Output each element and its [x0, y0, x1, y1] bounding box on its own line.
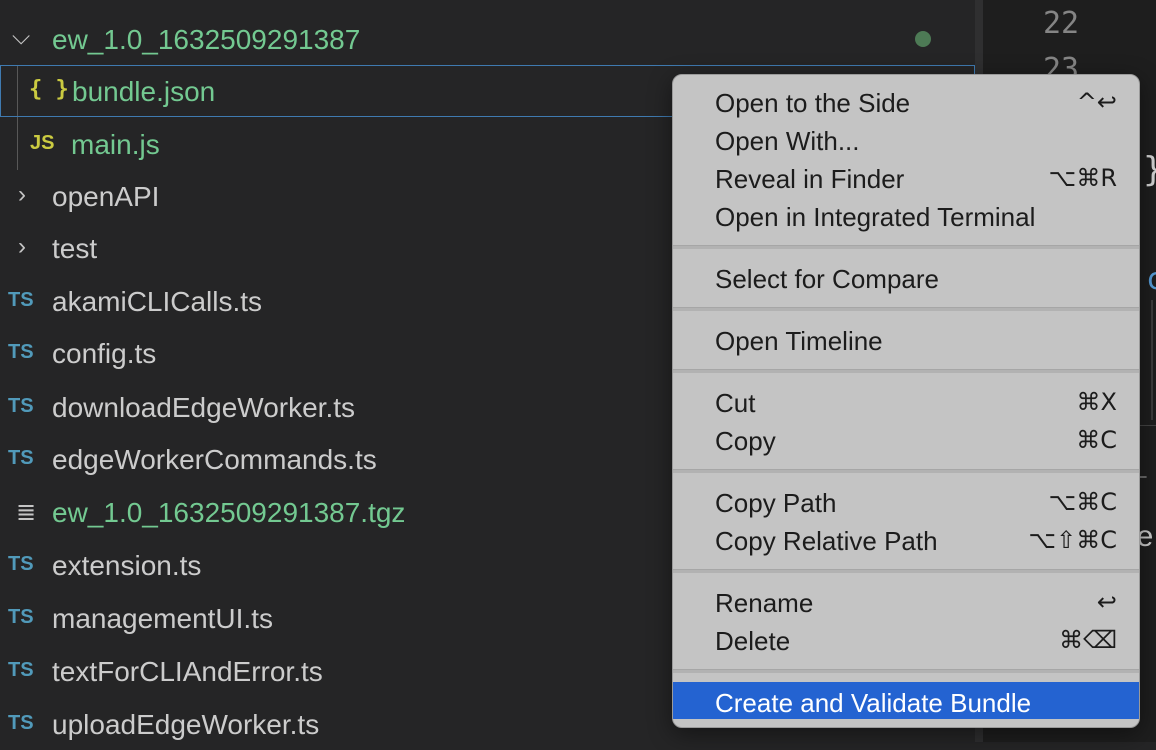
- file-label: downloadEdgeWorker.ts: [52, 392, 355, 423]
- file-label: akamiCLICalls.ts: [52, 286, 263, 317]
- menu-item-open-timeline[interactable]: Open Timeline: [673, 320, 1139, 358]
- typescript-file-icon: TS: [8, 553, 34, 575]
- js-file-icon: JS: [30, 132, 55, 154]
- menu-item-delete[interactable]: Delete ⌘⌫: [673, 620, 1139, 658]
- chevron-right-icon[interactable]: ›: [18, 181, 26, 209]
- chevron-right-icon[interactable]: ›: [18, 233, 26, 261]
- shortcut: ⌥⌘R: [1048, 164, 1117, 192]
- menu-item-copy-path[interactable]: Copy Path ⌥⌘C: [673, 482, 1139, 520]
- shortcut: ⌘C: [1076, 426, 1117, 454]
- menu-item-copy-relative-path[interactable]: Copy Relative Path ⌥⇧⌘C: [673, 520, 1139, 558]
- file-label: ew_1.0_1632509291387.tgz: [52, 497, 406, 528]
- shortcut: ⌘X: [1076, 388, 1117, 416]
- folder-label: test: [52, 233, 98, 264]
- code-fragment: }: [1143, 150, 1156, 190]
- typescript-file-icon: TS: [8, 447, 34, 469]
- shortcut: ⌥⌘C: [1048, 488, 1117, 516]
- git-modified-dot-icon: [915, 31, 931, 47]
- menu-separator: [673, 569, 1139, 573]
- folder-label: openAPI: [52, 181, 160, 212]
- chevron-down-icon[interactable]: ⌵: [12, 23, 30, 51]
- tree-folder-root[interactable]: ⌵ ew_1.0_1632509291387: [0, 13, 975, 65]
- folder-label: ew_1.0_1632509291387: [52, 24, 361, 55]
- menu-item-reveal-in-finder[interactable]: Reveal in Finder ⌥⌘R: [673, 158, 1139, 196]
- menu-item-select-for-compare[interactable]: Select for Compare: [673, 258, 1139, 296]
- file-label: main.js: [71, 129, 160, 160]
- menu-item-open-to-side[interactable]: Open to the Side ^↩: [673, 82, 1139, 120]
- file-label: edgeWorkerCommands.ts: [52, 444, 377, 475]
- typescript-file-icon: TS: [8, 289, 34, 311]
- menu-item-open-with[interactable]: Open With...: [673, 120, 1139, 158]
- context-menu: Open to the Side ^↩ Open With... Reveal …: [672, 74, 1140, 728]
- file-label: uploadEdgeWorker.ts: [52, 709, 320, 740]
- menu-separator: [673, 245, 1139, 249]
- menu-separator: [673, 469, 1139, 473]
- divider: [1151, 300, 1153, 420]
- file-label: managementUI.ts: [52, 603, 273, 634]
- typescript-file-icon: TS: [8, 341, 34, 363]
- file-label: extension.ts: [52, 550, 202, 581]
- typescript-file-icon: TS: [8, 659, 34, 681]
- shortcut: ⌘⌫: [1059, 626, 1117, 654]
- json-file-icon: { }: [29, 77, 69, 102]
- typescript-file-icon: TS: [8, 395, 34, 417]
- menu-item-open-in-terminal[interactable]: Open in Integrated Terminal: [673, 196, 1139, 234]
- typescript-file-icon: TS: [8, 606, 34, 628]
- file-label: config.ts: [52, 338, 157, 369]
- menu-separator: [673, 369, 1139, 373]
- menu-item-cut[interactable]: Cut ⌘X: [673, 382, 1139, 420]
- code-fragment: c: [1146, 262, 1156, 297]
- file-label: textForCLIAndError.ts: [52, 656, 323, 687]
- shortcut: ↩: [1096, 588, 1117, 616]
- menu-separator: [673, 307, 1139, 311]
- typescript-file-icon: TS: [8, 712, 34, 734]
- shortcut: ⌥⇧⌘C: [1028, 526, 1117, 554]
- menu-item-create-and-validate-bundle[interactable]: Create and Validate Bundle: [673, 682, 1139, 719]
- menu-item-rename[interactable]: Rename ↩: [673, 582, 1139, 620]
- shortcut: ^↩: [1076, 88, 1117, 116]
- archive-file-icon: ≣: [16, 499, 37, 526]
- line-number: 22: [1043, 6, 1080, 41]
- menu-separator: [673, 669, 1139, 673]
- file-label: bundle.json: [72, 76, 216, 107]
- menu-item-copy[interactable]: Copy ⌘C: [673, 420, 1139, 458]
